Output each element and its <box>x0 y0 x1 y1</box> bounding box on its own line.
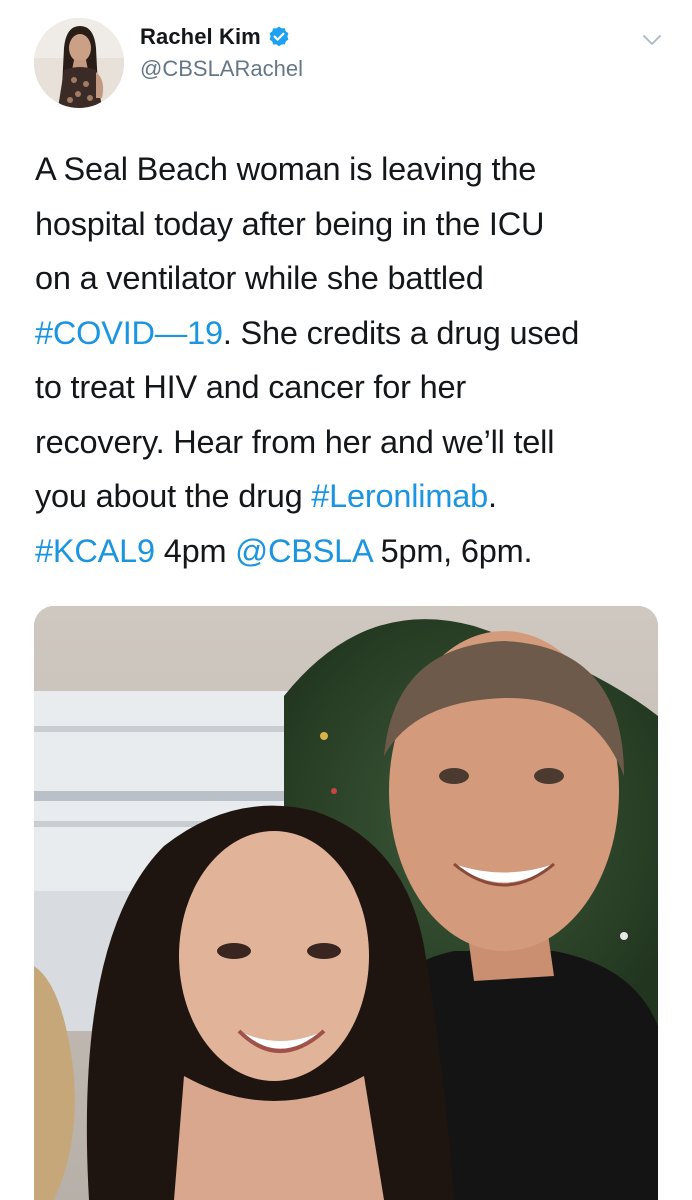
tweet-text-line: to treat HIV and cancer for her <box>35 360 665 415</box>
author-avatar[interactable] <box>34 18 124 108</box>
chevron-down-icon[interactable] <box>638 26 666 54</box>
tweet-text-line: on a ventilator while she battled <box>35 251 665 306</box>
tweet-text: A Seal Beach woman is leaving the hospita… <box>35 142 665 578</box>
author-display-name[interactable]: Rachel Kim <box>140 22 261 52</box>
tweet-text-line: A Seal Beach woman is leaving the <box>35 142 665 197</box>
tweet-text-segment: A Seal Beach woman is leaving the <box>35 151 537 187</box>
tweet-text-segment: . <box>487 478 497 514</box>
name-row: Rachel Kim <box>140 22 303 52</box>
tweet-text-segment: . She credits a drug used <box>222 314 580 351</box>
tweet-photo[interactable] <box>34 606 658 1200</box>
tweet-text-line: recovery. Hear from her and we’ll tell <box>35 415 665 470</box>
tweet-text-line: hospital today after being in the ICU <box>35 197 665 252</box>
tweet-text-line: #COVID—19. She credits a drug used <box>35 306 665 361</box>
tweet-text-segment: on a ventilator while she battled <box>35 260 484 296</box>
author-block: Rachel Kim @CBSLARachel <box>140 22 303 84</box>
tweet-text-segment: 4pm <box>154 532 236 569</box>
photo-image <box>34 606 658 1200</box>
avatar-image <box>34 18 124 108</box>
tweet-text-segment: to treat HIV and cancer for her <box>35 369 466 405</box>
tweet-card: Rachel Kim @CBSLARachel A Seal Beach wom… <box>0 0 692 1200</box>
verified-badge-icon <box>267 25 291 49</box>
tweet-text-line: you about the drug #Leronlimab. <box>35 469 665 524</box>
mention-link[interactable]: @CBSLA <box>235 533 372 569</box>
hashtag-link[interactable]: #KCAL9 <box>35 533 155 569</box>
author-handle[interactable]: @CBSLARachel <box>140 54 303 84</box>
tweet-text-segment: 5pm, 6pm. <box>371 532 533 569</box>
tweet-text-line: #KCAL9 4pm @CBSLA 5pm, 6pm. <box>35 524 665 579</box>
hashtag-link[interactable]: #COVID—19 <box>35 315 223 351</box>
tweet-text-segment: hospital today after being in the ICU <box>35 205 545 242</box>
tweet-text-segment: recovery. Hear from her and we’ll tell <box>35 423 555 460</box>
tweet-text-segment: you about the drug <box>35 478 312 514</box>
hashtag-link[interactable]: #Leronlimab <box>311 478 488 514</box>
